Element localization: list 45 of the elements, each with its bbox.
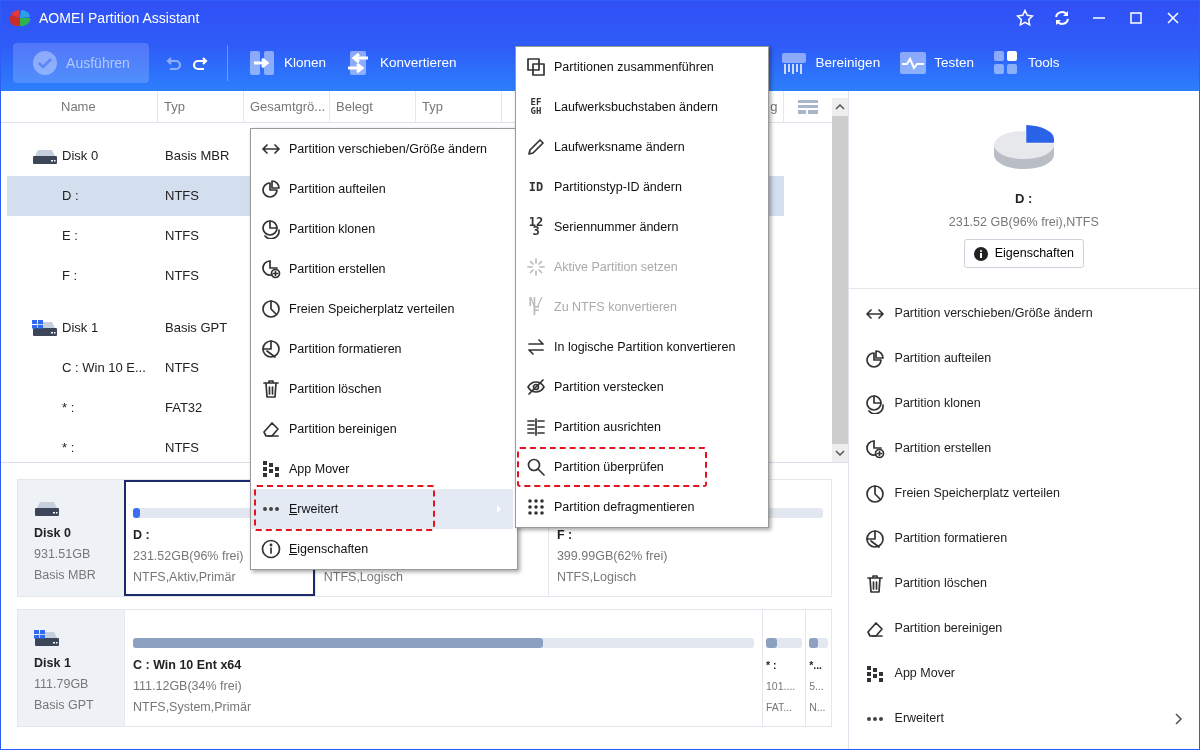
table-cell-text: NTFS	[165, 359, 199, 378]
disk-size: 931.51GB	[34, 546, 92, 563]
table-cell-text: F :	[62, 267, 79, 286]
disk-size: 111.79GB	[34, 676, 90, 693]
partition-info: NTFS,System,Primär	[133, 699, 252, 716]
partition-size: 231.52GB(96% frei)	[133, 548, 244, 565]
icon-text: 123	[527, 218, 545, 236]
partition-size: 399.99GB(62% frei)	[556, 548, 668, 565]
disk-name: Disk 0	[34, 525, 72, 542]
partition-name: D :	[1015, 190, 1033, 208]
table-cell-text: E :	[62, 227, 79, 246]
window-title: AOMEI Partition Assistant	[39, 8, 201, 28]
table-cell-text: NTFS	[165, 267, 199, 286]
partition-info: NTFS,Aktiv,Primär	[133, 569, 236, 586]
partition-size: 111.12GB(34% frei)	[133, 678, 242, 695]
table-cell-text: Basis GPT	[165, 319, 228, 338]
icon-text: N/F	[527, 298, 545, 316]
partition-name: *...	[809, 658, 822, 673]
icon-text: ID	[527, 182, 545, 192]
partition-size: 5...	[809, 679, 824, 694]
partition-name: D :	[133, 527, 150, 544]
table-cell-text: D :	[62, 187, 80, 206]
table-cell-text: Disk 1	[62, 319, 100, 338]
partition-name: F :	[556, 527, 573, 544]
table-cell-text: FAT32	[165, 399, 203, 418]
partition-info: NTFS,Logisch	[556, 569, 637, 586]
partition-name: C : Win 10 Ent x64	[133, 657, 242, 674]
table-cell-text: Disk 0	[62, 147, 100, 166]
partition-info: FAT...	[766, 700, 793, 715]
table-cell-text: NTFS	[165, 227, 199, 246]
partition-size: 101....	[766, 679, 796, 694]
partition-name: * :	[766, 658, 777, 673]
partition-info: NTFS,Logisch	[323, 569, 403, 586]
icon-text: EF GH	[529, 98, 543, 116]
table-cell-text: C : Win 10 E...	[62, 359, 147, 378]
table-cell-text: Basis MBR	[165, 147, 230, 166]
disk-type: Basis MBR	[34, 567, 97, 584]
disk-type: Basis GPT	[34, 697, 95, 714]
table-cell-text: * :	[62, 399, 76, 418]
table-cell-text: NTFS	[165, 187, 199, 206]
table-cell-text: NTFS	[165, 439, 199, 458]
partition-info: 231.52 GB(96% frei),NTFS	[948, 213, 1099, 231]
disk-name: Disk 1	[34, 655, 72, 672]
table-cell-text: * :	[62, 439, 76, 458]
partition-info: N...	[809, 700, 826, 715]
